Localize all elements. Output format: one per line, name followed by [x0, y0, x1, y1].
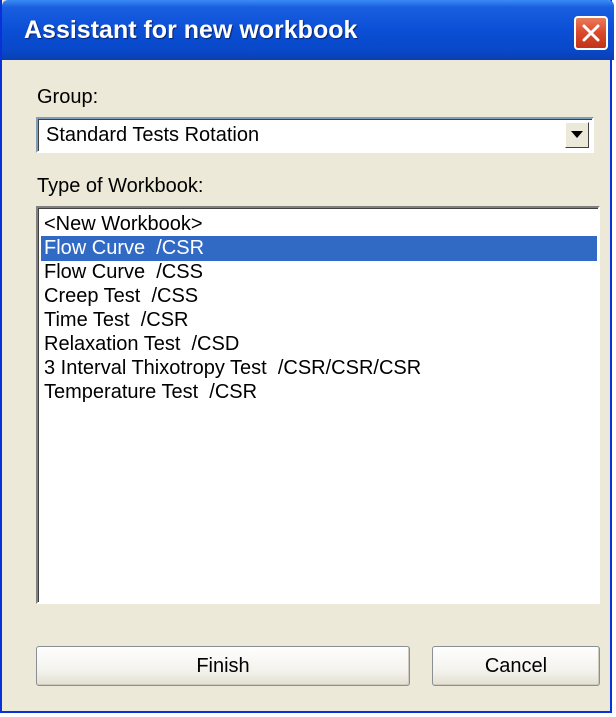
list-item[interactable]: Temperature Test /CSR — [41, 380, 597, 405]
list-item[interactable]: <New Workbook> — [41, 212, 597, 237]
list-item[interactable]: Relaxation Test /CSD — [41, 332, 597, 357]
window-title: Assistant for new workbook — [24, 16, 358, 44]
list-item[interactable]: Creep Test /CSS — [41, 284, 597, 309]
workbook-type-label: Type of Workbook: — [37, 175, 204, 197]
list-item[interactable]: Flow Curve /CSS — [41, 260, 597, 285]
chevron-down-icon — [571, 131, 583, 138]
dialog-window: Assistant for new workbook Group: Standa… — [0, 0, 614, 713]
list-item[interactable]: Time Test /CSR — [41, 308, 597, 333]
dropdown-button[interactable] — [565, 122, 589, 148]
close-icon — [582, 24, 600, 42]
close-button[interactable] — [574, 16, 608, 50]
group-dropdown-value: Standard Tests Rotation — [46, 124, 260, 146]
group-dropdown[interactable]: Standard Tests Rotation — [36, 117, 594, 153]
cancel-button[interactable]: Cancel — [432, 646, 600, 686]
workbook-type-list[interactable]: <New Workbook> Flow Curve /CSR Flow Curv… — [36, 206, 600, 604]
finish-button[interactable]: Finish — [36, 646, 410, 686]
group-label: Group: — [37, 86, 99, 108]
list-item[interactable]: Flow Curve /CSR — [41, 236, 597, 261]
title-bar[interactable]: Assistant for new workbook — [2, 0, 614, 60]
list-item[interactable]: 3 Interval Thixotropy Test /CSR/CSR/CSR — [41, 356, 597, 381]
